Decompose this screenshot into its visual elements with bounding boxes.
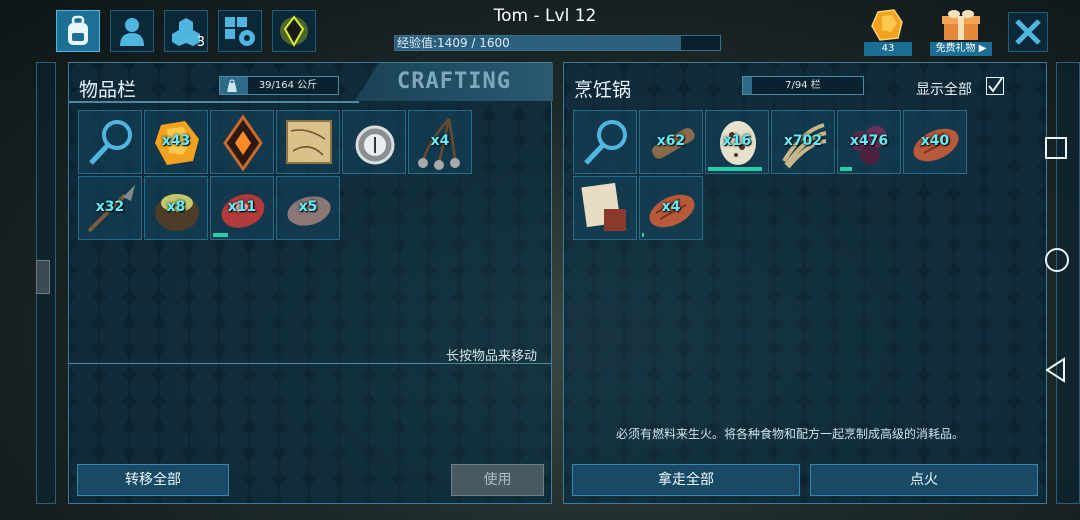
- use-button[interactable]: 使用: [451, 464, 544, 496]
- cooking-message: 必须有燃料来生火。将各种食物和配方一起烹制成高级的消耗品。: [616, 427, 965, 441]
- free-gift-label: 免费礼物 ▶: [930, 42, 992, 56]
- close-button[interactable]: [1008, 12, 1048, 52]
- move-hint: 长按物品来移动: [445, 349, 537, 364]
- tab-settings[interactable]: [218, 10, 262, 52]
- tab-tribute[interactable]: [272, 10, 316, 52]
- settings-icon: [225, 17, 255, 46]
- item-quantity: x32: [95, 199, 125, 215]
- inventory-divider: [69, 363, 551, 364]
- item-slot[interactable]: x16: [705, 110, 769, 174]
- item-slot[interactable]: x702: [771, 110, 835, 174]
- item-quantity: x5: [298, 199, 318, 215]
- player-name-level: Tom - Lvl 12: [493, 6, 597, 26]
- gift-icon: [942, 10, 980, 40]
- tab-character[interactable]: [110, 10, 154, 52]
- cooking-pot-title: 烹饪锅: [574, 79, 632, 101]
- item-slot[interactable]: x5: [276, 176, 340, 240]
- tab-inventory[interactable]: [56, 10, 100, 52]
- item-durability-bar: [840, 167, 852, 171]
- map-icon: [286, 120, 332, 164]
- item-quantity: x40: [920, 133, 950, 149]
- tribute-crystal-icon: [280, 15, 308, 48]
- tab-crafting[interactable]: CRAFTING: [355, 63, 553, 101]
- item-quantity: x4: [430, 133, 450, 149]
- xp-text: 经验值:1409 / 1600: [397, 36, 510, 50]
- slots-text: 7/94 栏: [785, 80, 821, 91]
- item-quantity: x476: [849, 133, 889, 149]
- transfer-all-button[interactable]: 转移全部: [77, 464, 229, 496]
- xp-progress-bar: 经验值:1409 / 1600: [394, 35, 721, 51]
- item-quantity: x62: [656, 133, 686, 149]
- amber-shop-button[interactable]: 43: [864, 8, 912, 56]
- item-slot[interactable]: [342, 110, 406, 174]
- search-icon: [584, 120, 627, 165]
- item-quantity: x702: [783, 133, 823, 149]
- item-durability-bar: [642, 233, 644, 237]
- ignite-button[interactable]: 点火: [810, 464, 1038, 496]
- show-all-checkbox[interactable]: [986, 77, 1004, 95]
- item-durability-bar: [708, 167, 762, 171]
- item-quantity: x43: [161, 133, 191, 149]
- free-gift-button[interactable]: 免费礼物 ▶: [930, 8, 992, 56]
- weight-bar: 39/164 公斤: [219, 76, 339, 95]
- item-slot[interactable]: x43: [144, 110, 208, 174]
- close-icon: [1015, 19, 1041, 45]
- take-all-button[interactable]: 拿走全部: [572, 464, 800, 496]
- weight-text: 39/164 公斤: [258, 80, 318, 91]
- item-slot[interactable]: x4: [639, 176, 703, 240]
- right-adjacent-panel: [1056, 62, 1080, 504]
- item-slot[interactable]: x4: [408, 110, 472, 174]
- search-slot[interactable]: [78, 110, 142, 174]
- amber-count: 43: [864, 42, 912, 56]
- item-slot[interactable]: [276, 110, 340, 174]
- item-slot[interactable]: x8: [144, 176, 208, 240]
- slots-bar: 7/94 栏: [742, 76, 864, 95]
- item-quantity: x11: [227, 199, 257, 215]
- inventory-panel: 物品栏 39/164 公斤 CRAFTING x43 x4 x32 x8 x11 x5 长…: [68, 62, 553, 504]
- show-all-label: 显示全部: [916, 82, 972, 98]
- item-slot[interactable]: [210, 110, 274, 174]
- implant-icon: [223, 114, 263, 172]
- recents-nav-button[interactable]: [1044, 136, 1068, 160]
- item-quantity: x4: [661, 199, 681, 215]
- item-slot[interactable]: x11: [210, 176, 274, 240]
- search-icon: [89, 120, 132, 165]
- item-durability-bar: [213, 233, 228, 237]
- search-slot[interactable]: [573, 110, 637, 174]
- item-slot[interactable]: x32: [78, 176, 142, 240]
- compass-icon: [355, 125, 395, 165]
- note-icon: [581, 182, 626, 231]
- back-nav-button[interactable]: [1044, 357, 1068, 383]
- item-slot[interactable]: x476: [837, 110, 901, 174]
- engrams-count: 3: [196, 35, 205, 50]
- amber-icon: [871, 9, 903, 41]
- item-quantity: x16: [722, 133, 752, 149]
- tab-engrams[interactable]: 3: [164, 10, 208, 52]
- checkmark-icon: [988, 77, 1003, 93]
- cooking-pot-panel: 烹饪锅 7/94 栏 显示全部 x62 x16 x702 x476 x40 x4 必须有燃…: [563, 62, 1047, 504]
- character-icon: [120, 18, 144, 46]
- item-slot[interactable]: x62: [639, 110, 703, 174]
- backpack-icon: [68, 15, 88, 45]
- item-slot[interactable]: [573, 176, 637, 240]
- home-nav-button[interactable]: [1044, 247, 1070, 273]
- left-scroll-handle[interactable]: [36, 260, 50, 294]
- item-quantity: x8: [166, 199, 186, 215]
- item-slot[interactable]: x40: [903, 110, 967, 174]
- inventory-title: 物品栏: [79, 79, 137, 101]
